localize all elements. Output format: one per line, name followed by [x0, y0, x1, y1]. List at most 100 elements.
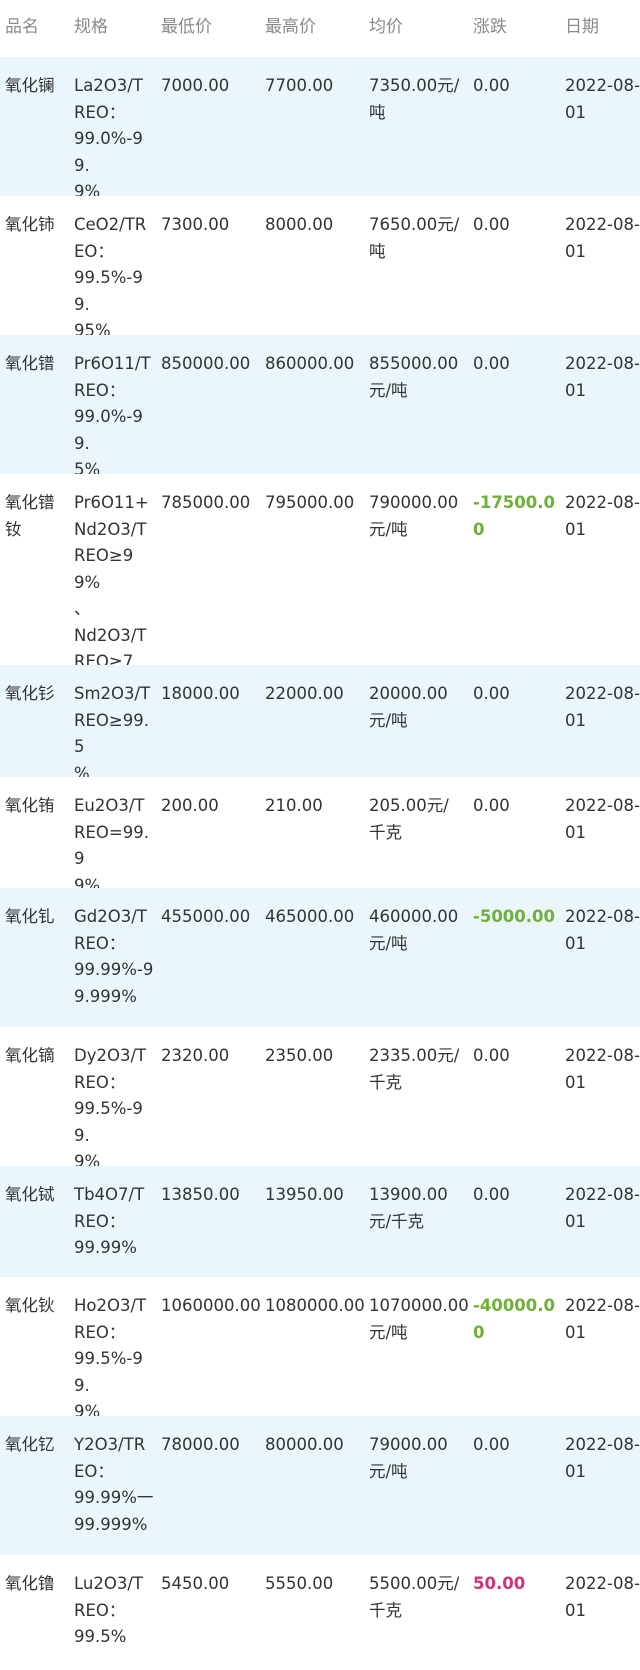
product-spec: Tb4O7/T REO： 99.99% [74, 1185, 145, 1257]
avg-price: 79000.00 元/吨 [369, 1435, 448, 1481]
price-date: 2022-08- 01 [565, 354, 640, 400]
low-price: 13850.00 [161, 1185, 240, 1204]
table-row: 氧化镨 Pr6O11/T REO： 99.0%-99. 5% 850000.00 86… [0, 335, 640, 479]
low-price: 7300.00 [161, 215, 230, 234]
product-name: 氧化钐 [5, 684, 55, 703]
avg-price: 7350.00元/ 吨 [369, 76, 460, 122]
avg-price: 855000.00 元/吨 [369, 354, 459, 400]
high-price: 1080000.00 [265, 1296, 365, 1315]
product-name: 氧化钬 [5, 1296, 55, 1315]
price-change: 0.00 [473, 215, 510, 234]
high-price: 22000.00 [265, 684, 344, 703]
avg-price: 460000.00 元/吨 [369, 907, 459, 953]
price-date: 2022-08- 01 [565, 684, 640, 730]
product-spec: La2O3/T REO： 99.0%-99. 9% [74, 76, 143, 201]
product-spec: Ho2O3/T REO： 99.5%-99. 9% [74, 1296, 147, 1421]
product-name: 氧化镝 [5, 1046, 55, 1065]
price-date: 2022-08- 01 [565, 796, 640, 842]
high-price: 2350.00 [265, 1046, 334, 1065]
product-name: 氧化铈 [5, 215, 55, 234]
avg-price: 20000.00 元/吨 [369, 684, 448, 730]
price-date: 2022-08- 01 [565, 215, 640, 261]
product-spec: Lu2O3/T REO： 99.5% [74, 1574, 143, 1646]
high-price: 7700.00 [265, 76, 334, 95]
high-price: 860000.00 [265, 354, 355, 373]
avg-price: 790000.00 元/吨 [369, 493, 459, 539]
low-price: 1060000.00 [161, 1296, 261, 1315]
price-table: 品名 规格 最低价 最高价 均价 涨跌 日期 氧化镧 La2O3/T REO： 9… [0, 0, 640, 1670]
price-date: 2022-08- 01 [565, 1296, 640, 1342]
table-row: 氧化铈 CeO2/TR EO： 99.5%-99. 95% 7300.00 8000.… [0, 196, 640, 340]
avg-price: 205.00元/ 千克 [369, 796, 449, 842]
product-spec: CeO2/TR EO： 99.5%-99. 95% [74, 215, 147, 340]
price-change: 0.00 [473, 796, 510, 815]
high-price: 210.00 [265, 796, 323, 815]
product-name: 氧化镥 [5, 1574, 55, 1593]
table-row: 氧化铽 Tb4O7/T REO： 99.99% 13850.00 13950.00 13… [0, 1166, 640, 1277]
header-spec: 规格 [74, 17, 108, 37]
table-row: 氧化镝 Dy2O3/T REO： 99.5%-99. 9% 2320.00 2350.… [0, 1027, 640, 1171]
product-spec: Y2O3/TR EO： 99.99%一 99.999% [74, 1435, 154, 1534]
table-row: 氧化钬 Ho2O3/T REO： 99.5%-99. 9% 1060000.00 10… [0, 1277, 640, 1421]
product-spec: Eu2O3/T REO=99.9 9% [74, 796, 149, 895]
price-date: 2022-08- 01 [565, 907, 640, 953]
high-price: 795000.00 [265, 493, 355, 512]
product-name: 氧化铽 [5, 1185, 55, 1204]
header-change: 涨跌 [473, 17, 507, 37]
low-price: 850000.00 [161, 354, 251, 373]
low-price: 78000.00 [161, 1435, 240, 1454]
low-price: 2320.00 [161, 1046, 230, 1065]
price-change: 50.00 [473, 1574, 526, 1593]
price-change: 0.00 [473, 354, 510, 373]
product-name: 氧化钆 [5, 907, 55, 926]
price-change: -40000.00 [473, 1296, 556, 1342]
price-change: -5000.00 [473, 907, 556, 926]
table-row: 氧化镥 Lu2O3/T REO： 99.5% 5450.00 5550.00 5500.… [0, 1555, 640, 1670]
low-price: 200.00 [161, 796, 219, 815]
price-date: 2022-08- 01 [565, 76, 640, 122]
table-row: 氧化镧 La2O3/T REO： 99.0%-99. 9% 7000.00 7700.… [0, 57, 640, 201]
header-avg-price: 均价 [369, 17, 403, 37]
product-name: 氧化镨 [5, 354, 55, 373]
price-change: 0.00 [473, 1046, 510, 1065]
high-price: 80000.00 [265, 1435, 344, 1454]
header-low-price: 最低价 [161, 17, 212, 37]
product-spec: Sm2O3/T REO≥99.5 % [74, 684, 151, 783]
product-spec: Dy2O3/T REO： 99.5%-99. 9% [74, 1046, 147, 1171]
low-price: 785000.00 [161, 493, 251, 512]
table-row: 氧化铕 Eu2O3/T REO=99.9 9% 200.00 210.00 205.00… [0, 777, 640, 895]
price-date: 2022-08- 01 [565, 1046, 640, 1092]
table-row: 氧化钆 Gd2O3/T REO： 99.99%-9 9.999% 455000.00… [0, 888, 640, 1027]
table-row: 氧化钐 Sm2O3/T REO≥99.5 % 18000.00 22000.00 200… [0, 665, 640, 783]
low-price: 5450.00 [161, 1574, 230, 1593]
table-row: 氧化钇 Y2O3/TR EO： 99.99%一 99.999% 78000.00 80… [0, 1416, 640, 1555]
price-date: 2022-08- 01 [565, 493, 640, 539]
price-date: 2022-08- 01 [565, 1185, 640, 1231]
high-price: 13950.00 [265, 1185, 344, 1204]
low-price: 455000.00 [161, 907, 251, 926]
avg-price: 1070000.00 元/吨 [369, 1296, 469, 1342]
avg-price: 5500.00元/ 千克 [369, 1574, 460, 1620]
product-name: 氧化镨 钕 [5, 493, 55, 539]
product-spec: Pr6O11/T REO： 99.0%-99. 5% [74, 354, 151, 479]
high-price: 8000.00 [265, 215, 334, 234]
price-change: 0.00 [473, 684, 510, 703]
header-date: 日期 [565, 17, 599, 37]
high-price: 5550.00 [265, 1574, 334, 1593]
price-change: 0.00 [473, 1185, 510, 1204]
header-name: 品名 [5, 17, 39, 37]
low-price: 18000.00 [161, 684, 240, 703]
table-row: 氧化镨 钕 Pr6O11+ Nd2O3/T REO≥99% 、 Nd2O3/T R… [0, 474, 640, 698]
product-name: 氧化镧 [5, 76, 55, 95]
price-change: 0.00 [473, 1435, 510, 1454]
low-price: 7000.00 [161, 76, 230, 95]
header-high-price: 最高价 [265, 17, 316, 37]
product-name: 氧化铕 [5, 796, 55, 815]
high-price: 465000.00 [265, 907, 355, 926]
price-change: -17500.00 [473, 493, 556, 539]
avg-price: 13900.00 元/千克 [369, 1185, 448, 1231]
table-body: 氧化镧 La2O3/T REO： 99.0%-99. 9% 7000.00 7700.… [0, 57, 640, 1670]
table-header: 品名 规格 最低价 最高价 均价 涨跌 日期 [0, 0, 640, 57]
product-name: 氧化钇 [5, 1435, 55, 1454]
avg-price: 7650.00元/ 吨 [369, 215, 460, 261]
